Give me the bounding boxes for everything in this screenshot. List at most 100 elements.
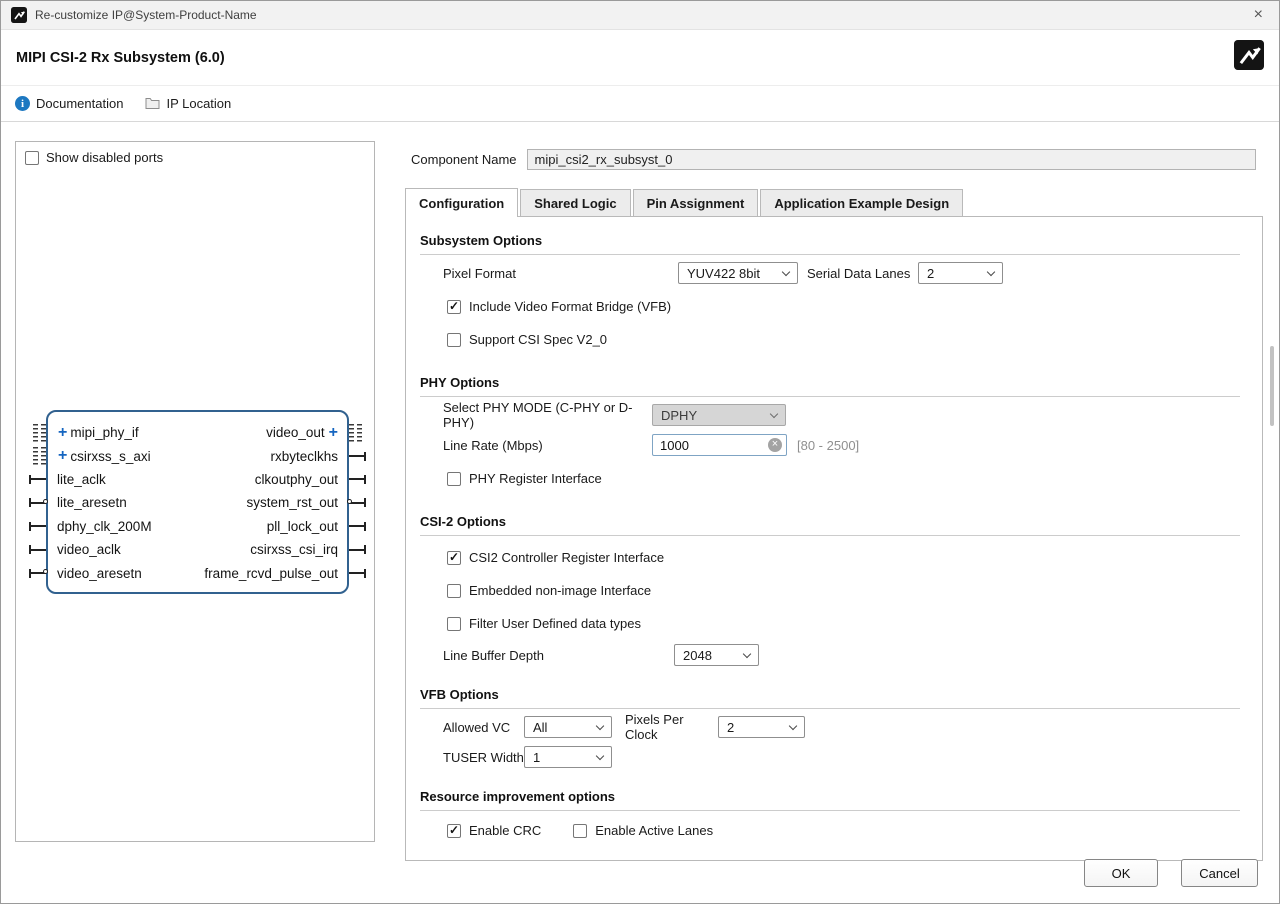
pixel-format-select[interactable]: YUV422 8bit bbox=[678, 262, 798, 284]
page-title: MIPI CSI-2 Rx Subsystem (6.0) bbox=[16, 50, 225, 66]
component-name-input[interactable] bbox=[527, 149, 1257, 170]
documentation-link[interactable]: i Documentation bbox=[15, 96, 123, 111]
include-vfb-checkbox[interactable] bbox=[447, 300, 461, 314]
port-csirxss_s_axi[interactable]: +csirxss_s_axi bbox=[57, 444, 152, 467]
pin-wire-icon bbox=[349, 478, 365, 480]
port-label: lite_aresetn bbox=[57, 495, 127, 510]
chevron-down-icon bbox=[596, 751, 604, 759]
expand-port-icon[interactable]: + bbox=[58, 425, 67, 441]
enable-active-lanes-checkbox[interactable] bbox=[573, 824, 587, 838]
interface-pin-icon bbox=[349, 424, 362, 442]
port-lite_aresetn[interactable]: lite_aresetn bbox=[57, 491, 152, 514]
pin-wire-icon bbox=[30, 478, 46, 480]
show-disabled-ports-checkbox[interactable] bbox=[25, 151, 39, 165]
configuration-tab-panel: Subsystem Options Pixel Format YUV422 8b… bbox=[405, 216, 1263, 861]
show-disabled-ports-row: Show disabled ports bbox=[16, 142, 374, 165]
embedded-checkbox[interactable] bbox=[447, 584, 461, 598]
phy-register-row: PHY Register Interface bbox=[447, 467, 1262, 490]
recustomize-ip-dialog: Re-customize IP@System-Product-Name × MI… bbox=[0, 0, 1280, 904]
pixels-per-clock-label: Pixels Per Clock bbox=[625, 712, 718, 742]
tuser-width-select[interactable]: 1 bbox=[524, 746, 612, 768]
pixels-per-clock-select[interactable]: 2 bbox=[718, 716, 805, 738]
port-label: frame_rcvd_pulse_out bbox=[204, 566, 338, 581]
scrollbar-thumb[interactable] bbox=[1270, 346, 1274, 426]
divider bbox=[420, 810, 1240, 811]
port-system_rst_out[interactable]: system_rst_out bbox=[246, 491, 338, 514]
tab-pin-assignment[interactable]: Pin Assignment bbox=[633, 189, 759, 216]
filter-row: Filter User Defined data types bbox=[447, 612, 1262, 635]
port-label: pll_lock_out bbox=[267, 519, 338, 534]
phy-register-checkbox[interactable] bbox=[447, 472, 461, 486]
line-rate-row: Line Rate (Mbps) × [80 - 2500] bbox=[443, 433, 1262, 457]
port-label: system_rst_out bbox=[246, 495, 338, 510]
support-csi-row: Support CSI Spec V2_0 bbox=[447, 328, 1262, 351]
port-label: rxbyteclkhs bbox=[270, 449, 338, 464]
pin-wire-icon bbox=[349, 525, 365, 527]
line-buffer-row: Line Buffer Depth 2048 bbox=[443, 643, 1262, 667]
port-label: clkoutphy_out bbox=[255, 472, 338, 487]
port-video_aresetn[interactable]: video_aresetn bbox=[57, 561, 152, 584]
pixel-format-row: Pixel Format YUV422 8bit Serial Data Lan… bbox=[443, 261, 1262, 285]
port-mipi_phy_if[interactable]: +mipi_phy_if bbox=[57, 421, 152, 444]
pin-wire-icon bbox=[349, 502, 365, 504]
tab-configuration[interactable]: Configuration bbox=[405, 188, 518, 216]
pin-wire-icon bbox=[349, 455, 365, 457]
expand-port-icon[interactable]: + bbox=[58, 448, 67, 464]
tab-shared-logic[interactable]: Shared Logic bbox=[520, 189, 630, 216]
ok-button[interactable]: OK bbox=[1084, 859, 1158, 887]
divider bbox=[420, 254, 1240, 255]
allowed-vc-select[interactable]: All bbox=[524, 716, 612, 738]
dialog-header: MIPI CSI-2 Rx Subsystem (6.0) bbox=[1, 30, 1279, 86]
filter-checkbox[interactable] bbox=[447, 617, 461, 631]
close-icon[interactable]: × bbox=[1248, 7, 1269, 23]
tab-application-example-design[interactable]: Application Example Design bbox=[760, 189, 963, 216]
port-label: lite_aclk bbox=[57, 472, 106, 487]
filter-label: Filter User Defined data types bbox=[469, 616, 641, 631]
port-pll_lock_out[interactable]: pll_lock_out bbox=[267, 515, 338, 538]
port-frame_rcvd_pulse_out[interactable]: frame_rcvd_pulse_out bbox=[204, 561, 338, 584]
port-video_aclk[interactable]: video_aclk bbox=[57, 538, 152, 561]
port-clkoutphy_out[interactable]: clkoutphy_out bbox=[255, 468, 338, 491]
cancel-button[interactable]: Cancel bbox=[1181, 859, 1258, 887]
support-csi-checkbox[interactable] bbox=[447, 333, 461, 347]
resource-row: Enable CRC Enable Active Lanes bbox=[447, 819, 1262, 842]
port-label: csirxss_csi_irq bbox=[250, 542, 338, 557]
csi2-controller-label: CSI2 Controller Register Interface bbox=[469, 550, 664, 565]
pin-wire-icon bbox=[349, 572, 365, 574]
chevron-down-icon bbox=[789, 721, 797, 729]
serial-data-lanes-select[interactable]: 2 bbox=[918, 262, 1003, 284]
block-diagram-panel: Show disabled ports +mipi_phy_if+csirxss… bbox=[15, 141, 375, 842]
port-lite_aclk[interactable]: lite_aclk bbox=[57, 468, 152, 491]
line-buffer-select[interactable]: 2048 bbox=[674, 644, 759, 666]
pin-wire-icon bbox=[30, 549, 46, 551]
doc-toolbar: i Documentation IP Location bbox=[1, 86, 1279, 122]
phy-mode-select: DPHY bbox=[652, 404, 786, 426]
port-label: video_aclk bbox=[57, 542, 121, 557]
csi2-controller-checkbox[interactable] bbox=[447, 551, 461, 565]
port-csirxss_csi_irq[interactable]: csirxss_csi_irq bbox=[250, 538, 338, 561]
interface-pin-icon bbox=[33, 424, 46, 442]
phy-register-label: PHY Register Interface bbox=[469, 471, 602, 486]
tuser-width-value: 1 bbox=[533, 750, 540, 765]
component-name-row: Component Name bbox=[411, 149, 1263, 170]
title-bar: Re-customize IP@System-Product-Name × bbox=[1, 1, 1279, 30]
phy-mode-row: Select PHY MODE (C-PHY or D-PHY) DPHY bbox=[443, 403, 1262, 427]
section-vfb-options: VFB Options bbox=[420, 687, 1240, 702]
line-rate-input[interactable] bbox=[652, 434, 787, 456]
expand-port-icon[interactable]: + bbox=[329, 425, 338, 441]
chevron-down-icon bbox=[782, 267, 790, 275]
window-title: Re-customize IP@System-Product-Name bbox=[35, 8, 257, 22]
enable-crc-checkbox[interactable] bbox=[447, 824, 461, 838]
chevron-down-icon bbox=[770, 409, 778, 417]
ip-block[interactable]: +mipi_phy_if+csirxss_s_axi lite_aclk lite_… bbox=[46, 410, 349, 594]
port-dphy_clk_200M[interactable]: dphy_clk_200M bbox=[57, 515, 152, 538]
port-rxbyteclkhs[interactable]: rxbyteclkhs bbox=[270, 444, 338, 467]
line-rate-label: Line Rate (Mbps) bbox=[443, 438, 652, 453]
enable-crc-label: Enable CRC bbox=[469, 823, 541, 838]
port-video_out[interactable]: video_out+ bbox=[266, 421, 338, 444]
vendor-logo-icon bbox=[1234, 40, 1264, 75]
clear-icon[interactable]: × bbox=[768, 438, 782, 452]
ip-location-link[interactable]: IP Location bbox=[145, 96, 231, 112]
chevron-down-icon bbox=[596, 721, 604, 729]
include-vfb-row: Include Video Format Bridge (VFB) bbox=[447, 295, 1262, 318]
